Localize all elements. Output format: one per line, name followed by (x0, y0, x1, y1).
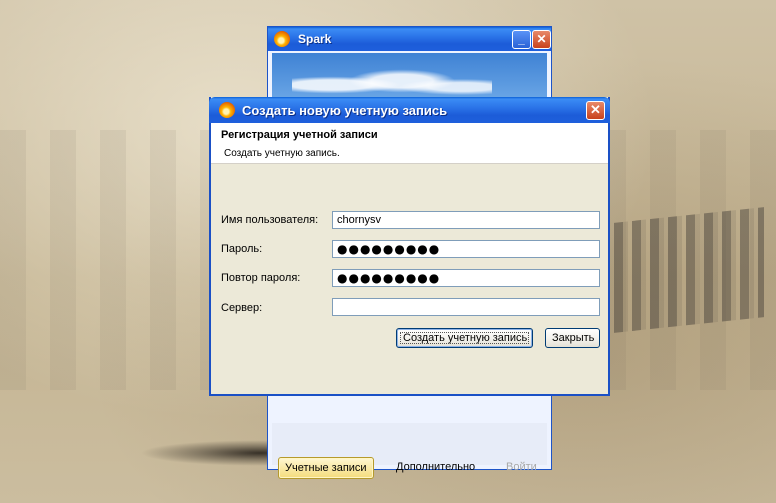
spark-close-button[interactable]: ✕ (532, 30, 551, 49)
dialog-heading: Регистрация учетной записи (221, 129, 378, 141)
minimize-button[interactable]: _ (512, 30, 531, 49)
tab-advanced[interactable]: Дополнительно (396, 457, 475, 477)
confirm-password-label: Повтор пароля: (221, 272, 301, 284)
create-account-button[interactable]: Создать учетную запись (396, 328, 533, 348)
close-icon: ✕ (590, 102, 601, 117)
wallpaper-graffiti (614, 207, 764, 333)
spark-titlebar[interactable]: Spark _ ✕ (268, 27, 551, 51)
dialog-titlebar[interactable]: Создать новую учетную запись ✕ (209, 97, 610, 123)
server-label: Сервер: (221, 302, 263, 314)
spark-tab-bar: Учетные записи Дополнительно Войти (272, 423, 547, 479)
dialog-subheading: Создать учетную запись. (224, 148, 340, 159)
confirm-password-field[interactable]: ●●●●●●●●● (332, 269, 600, 287)
password-field[interactable]: ●●●●●●●●● (332, 240, 600, 258)
server-field[interactable] (332, 298, 600, 316)
minimize-icon: _ (518, 32, 525, 46)
username-field[interactable]: chornysv (332, 211, 600, 229)
close-button[interactable]: Закрыть (545, 328, 600, 348)
tab-login: Войти (506, 461, 537, 473)
dialog-header-panel: Регистрация учетной записи Создать учетн… (211, 123, 608, 164)
create-account-dialog: Создать новую учетную запись ✕ Регистрац… (209, 97, 610, 396)
username-label: Имя пользователя: (221, 214, 319, 226)
dialog-close-button[interactable]: ✕ (586, 101, 605, 120)
password-label: Пароль: (221, 243, 263, 255)
spark-window-title: Spark (298, 32, 332, 46)
spark-flame-icon (219, 102, 235, 118)
dialog-title: Создать новую учетную запись (242, 103, 448, 118)
close-icon: ✕ (536, 32, 547, 46)
tab-accounts[interactable]: Учетные записи (278, 457, 374, 479)
spark-flame-icon (274, 31, 290, 47)
